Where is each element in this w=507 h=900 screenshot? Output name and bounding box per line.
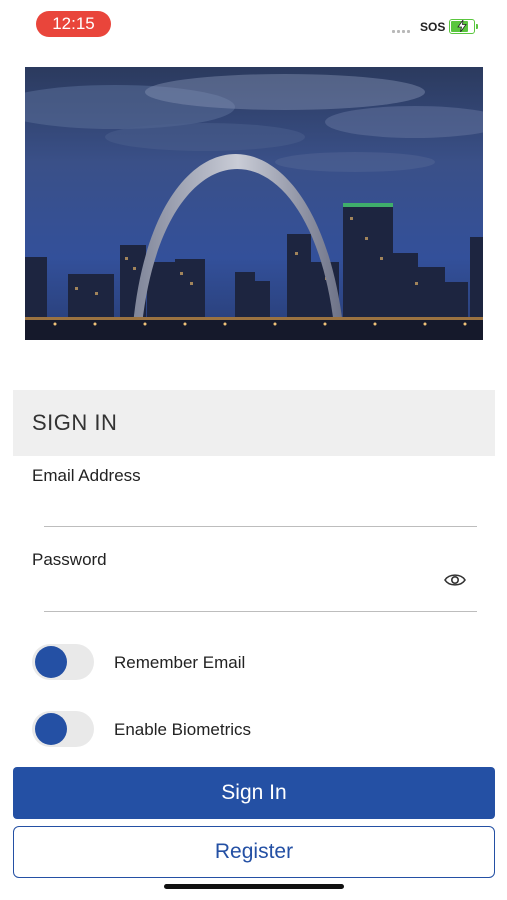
password-field[interactable]: [44, 578, 444, 608]
sign-in-title: SIGN IN: [13, 390, 495, 456]
enable-biometrics-label: Enable Biometrics: [114, 720, 252, 739]
email-field[interactable]: [44, 495, 444, 525]
email-underline: [44, 526, 477, 527]
status-bar: 12:15 SOS: [0, 0, 507, 50]
hero-image-skyline: [25, 67, 483, 340]
remember-email-toggle[interactable]: [32, 644, 94, 680]
sign-in-card: SIGN IN Email Address Password Remember …: [13, 390, 495, 760]
sign-in-button[interactable]: Sign In: [13, 767, 495, 819]
toggle-knob: [35, 713, 67, 745]
home-indicator[interactable]: [164, 884, 344, 889]
enable-biometrics-toggle[interactable]: [32, 711, 94, 747]
carrier-label: SOS: [420, 20, 446, 34]
password-label: Password: [32, 550, 107, 569]
status-time: 12:15: [36, 11, 111, 37]
email-label: Email Address: [32, 466, 141, 485]
remember-email-label: Remember Email: [114, 653, 246, 672]
cellular-signal-icon: [392, 30, 414, 36]
toggle-knob: [35, 646, 67, 678]
battery-charging-icon: [449, 19, 478, 34]
register-button[interactable]: Register: [13, 826, 495, 878]
password-underline: [44, 611, 477, 612]
eye-icon[interactable]: [443, 572, 467, 588]
